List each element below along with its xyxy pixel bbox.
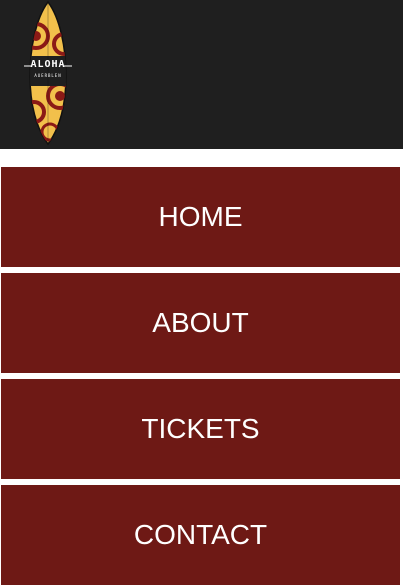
- logo-subtitle: AUERBLEN: [34, 73, 62, 78]
- nav-item-label: HOME: [158, 201, 243, 232]
- nav-item-contact[interactable]: CONTACT: [1, 485, 400, 585]
- nav-item-about[interactable]: ABOUT: [1, 273, 400, 373]
- nav-item-tickets[interactable]: TICKETS: [1, 379, 400, 479]
- nav-item-label: CONTACT: [133, 519, 268, 550]
- logo-title: ALOHA: [30, 59, 66, 70]
- nav-item-label: TICKETS: [141, 413, 260, 444]
- nav-item-home[interactable]: HOME: [1, 167, 400, 267]
- site-header: ALOHA AUERBLEN: [0, 0, 403, 149]
- nav-item-label: ABOUT: [152, 307, 249, 338]
- site-logo[interactable]: ALOHA AUERBLEN: [20, 0, 76, 146]
